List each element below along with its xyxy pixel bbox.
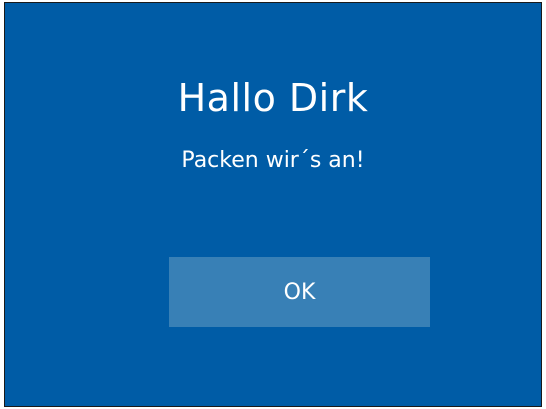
- welcome-dialog: Hallo Dirk Packen wir´s an! OK: [4, 2, 542, 407]
- welcome-message: Packen wir´s an!: [181, 148, 365, 173]
- ok-button[interactable]: OK: [169, 257, 430, 327]
- greeting-title: Hallo Dirk: [177, 76, 369, 120]
